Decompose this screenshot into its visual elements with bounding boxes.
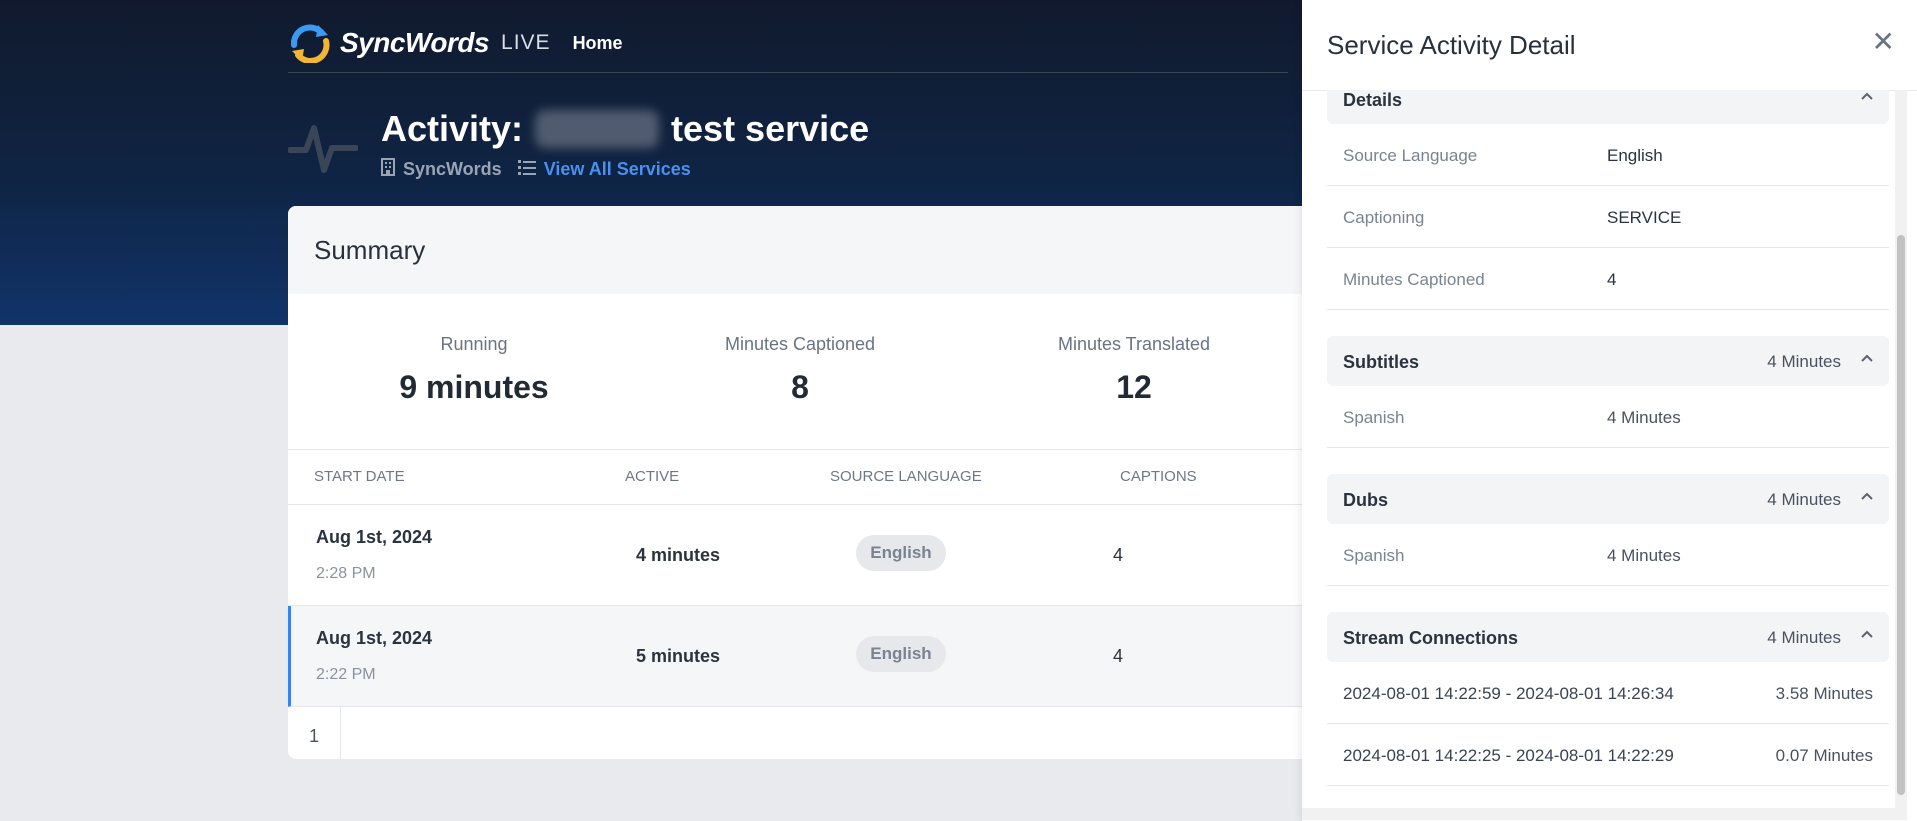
detail-key: Minutes Captioned — [1343, 270, 1485, 289]
brand-suffix: LIVE — [501, 31, 551, 54]
row-time: 2:22 PM — [316, 666, 376, 683]
chevron-up-icon[interactable] — [1859, 488, 1875, 504]
close-icon[interactable]: ✕ — [1872, 28, 1895, 56]
stream-connections-section-header[interactable]: Stream Connections 4 Minutes — [1327, 612, 1889, 662]
table-header: START DATE ACTIVE SOURCE LANGUAGE CAPTIO… — [288, 450, 1348, 505]
chevron-up-icon[interactable] — [1859, 90, 1875, 104]
drawer-header: Service Activity Detail ✕ — [1302, 0, 1917, 91]
details-section-header[interactable]: Details — [1327, 90, 1889, 124]
activity-pulse-icon — [287, 118, 359, 178]
nav-divider — [288, 72, 1288, 73]
language-minutes: 4 Minutes — [1607, 546, 1681, 565]
row-date: Aug 1st, 2024 — [316, 628, 433, 648]
section-title: Stream Connections — [1343, 628, 1519, 648]
section-total: 4 Minutes — [1767, 352, 1841, 371]
section-title: Dubs — [1343, 490, 1388, 510]
connection-range: 2024-08-01 14:22:59 - 2024-08-01 14:26:3… — [1343, 684, 1674, 703]
drawer-title: Service Activity Detail — [1327, 30, 1576, 60]
language-name: Spanish — [1343, 546, 1405, 565]
page-number-button[interactable]: 1 — [288, 707, 341, 759]
stat-value: 8 — [791, 369, 809, 405]
page-title: Activity: test service — [381, 108, 869, 150]
chevron-up-icon[interactable] — [1859, 626, 1875, 642]
view-all-services-link[interactable]: View All Services — [544, 159, 691, 180]
summary-card: Summary Running 9 minutes Minutes Captio… — [288, 206, 1348, 759]
brand-logo[interactable]: SyncWords LIVE — [288, 23, 551, 64]
detail-value: 4 — [1607, 270, 1617, 289]
column-start-date[interactable]: START DATE — [314, 468, 405, 485]
dub-row: Spanish 4 Minutes — [1327, 524, 1889, 586]
row-date: Aug 1st, 2024 — [316, 527, 433, 547]
summary-stats: Running 9 minutes Minutes Captioned 8 Mi… — [288, 294, 1348, 450]
drawer-body[interactable]: Details Source Language English Captioni… — [1327, 90, 1889, 808]
stat-minutes-captioned: Minutes Captioned 8 — [650, 334, 950, 406]
brand-name: SyncWords — [340, 27, 490, 58]
stat-value: 12 — [1116, 369, 1152, 405]
subtitle-row: Spanish 4 Minutes — [1327, 386, 1889, 448]
summary-title: Summary — [288, 206, 1348, 294]
column-active[interactable]: ACTIVE — [625, 468, 679, 485]
connection-duration: 0.07 Minutes — [1775, 746, 1873, 765]
connection-range: 2024-08-01 14:22:25 - 2024-08-01 14:22:2… — [1343, 746, 1674, 765]
detail-row: Source Language English — [1327, 124, 1889, 186]
drawer-horizontal-scrollbar[interactable] — [1302, 808, 1907, 820]
detail-row: Captioning SERVICE — [1327, 186, 1889, 248]
row-captions: 4 — [1112, 646, 1123, 666]
detail-key: Source Language — [1343, 146, 1478, 165]
table-row-selected[interactable]: Aug 1st, 2024 2:22 PM 5 minutes English … — [288, 606, 1348, 707]
section-title: Subtitles — [1343, 352, 1420, 372]
detail-key: Captioning — [1343, 208, 1425, 227]
redacted-service-name — [535, 110, 660, 148]
syncwords-logo-icon — [288, 23, 332, 64]
column-source-language[interactable]: SOURCE LANGUAGE — [830, 468, 982, 485]
connection-duration: 3.58 Minutes — [1775, 684, 1873, 703]
subtitles-section-header[interactable]: Subtitles 4 Minutes — [1327, 336, 1889, 386]
stream-connection-row: 2024-08-01 14:22:25 - 2024-08-01 14:22:2… — [1327, 724, 1889, 786]
stream-connection-row: 2024-08-01 14:22:59 - 2024-08-01 14:26:3… — [1327, 662, 1889, 724]
table-row[interactable]: Aug 1st, 2024 2:28 PM 4 minutes English … — [288, 505, 1348, 606]
stat-minutes-translated: Minutes Translated 12 — [984, 334, 1284, 406]
detail-row: Minutes Captioned 4 — [1327, 248, 1889, 310]
service-activity-drawer: Service Activity Detail ✕ Details Source… — [1302, 0, 1917, 821]
row-time: 2:28 PM — [316, 565, 376, 582]
breadcrumb: SyncWords View All Services — [381, 158, 691, 181]
stat-running: Running 9 minutes — [324, 334, 624, 406]
language-badge: English — [856, 535, 946, 571]
dubs-section-header[interactable]: Dubs 4 Minutes — [1327, 474, 1889, 524]
row-active: 5 minutes — [635, 646, 721, 666]
row-captions: 4 — [1112, 545, 1123, 565]
stat-label: Minutes Translated — [1057, 334, 1211, 354]
column-captions[interactable]: CAPTIONS — [1120, 468, 1197, 485]
section-total: 4 Minutes — [1767, 628, 1841, 647]
language-badge: English — [856, 636, 946, 672]
organization-name: SyncWords — [403, 159, 502, 179]
language-name: Spanish — [1343, 408, 1405, 427]
nav-home-link[interactable]: Home — [573, 33, 623, 54]
title-suffix: test service — [671, 108, 870, 149]
chevron-up-icon[interactable] — [1859, 350, 1875, 366]
detail-value: SERVICE — [1607, 208, 1682, 227]
list-icon — [517, 159, 536, 180]
title-prefix: Activity: — [381, 108, 524, 149]
language-minutes: 4 Minutes — [1607, 408, 1681, 427]
section-total: 4 Minutes — [1767, 490, 1841, 509]
detail-value: English — [1607, 146, 1663, 165]
stat-value: 9 minutes — [399, 369, 549, 405]
stat-label: Running — [440, 334, 508, 354]
stat-label: Minutes Captioned — [724, 334, 876, 354]
section-title: Details — [1343, 90, 1403, 110]
row-active: 4 minutes — [635, 545, 721, 565]
building-icon — [381, 158, 395, 181]
drawer-scrollbar-thumb[interactable] — [1897, 235, 1905, 795]
pagination: 1 — [288, 707, 1348, 759]
